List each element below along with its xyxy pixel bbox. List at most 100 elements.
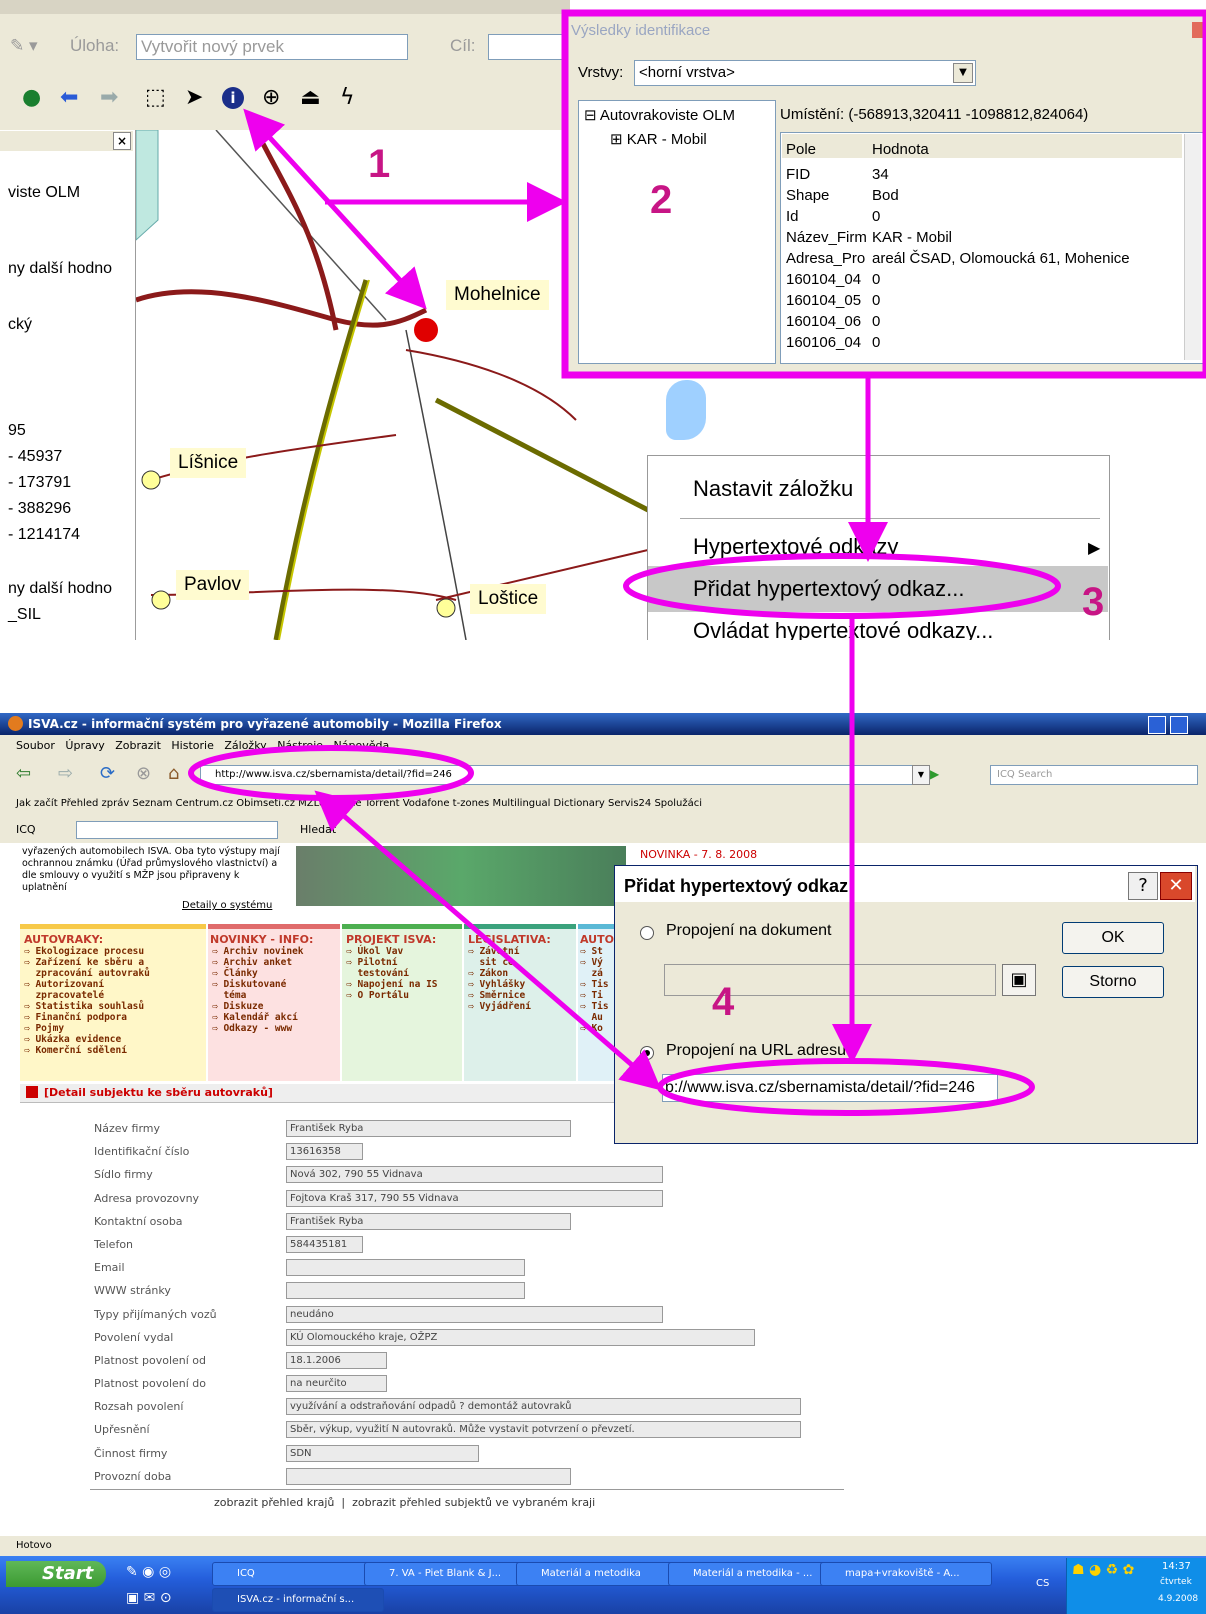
menu-item-manage-hyperlinks[interactable]: Ovládat hypertextové odkazy... xyxy=(648,608,993,640)
attribute-field: 160104_06 xyxy=(786,313,862,330)
select-features-icon[interactable]: ⬚ xyxy=(145,84,166,112)
menu-item-add-hyperlink[interactable]: Přidat hypertextový odkaz... xyxy=(648,566,1108,612)
cat-autovraky-items[interactable]: ⇨ Ekologizace procesu ⇨ Zařízení ke sběr… xyxy=(24,946,150,1056)
attribute-value: KAR - Mobil xyxy=(872,229,953,246)
cat-projekt-items[interactable]: ⇨ Úkol Vav ⇨ Pilotní testování ⇨ Napojen… xyxy=(346,946,438,1001)
find-binoculars-icon[interactable]: ⊕ xyxy=(262,84,280,112)
step-3-label: 3 xyxy=(1082,580,1105,624)
url-dropdown-icon[interactable]: ▼ xyxy=(912,765,930,785)
chevron-down-icon[interactable]: ▼ xyxy=(953,63,973,83)
cancel-button[interactable]: Storno xyxy=(1062,966,1164,998)
search-box[interactable]: ICQ Search xyxy=(990,765,1198,785)
form-label: Email xyxy=(94,1261,125,1275)
detail-marker-icon xyxy=(26,1086,38,1098)
task-material[interactable]: Materiál a metodika xyxy=(516,1562,688,1586)
map-label-pavlov: Pavlov xyxy=(176,570,250,600)
icq-label[interactable]: ICQ xyxy=(0,823,36,836)
menu-bookmarks[interactable]: Záložky xyxy=(224,739,266,752)
close-icon[interactable]: × xyxy=(113,132,131,150)
tree-root[interactable]: ⊟ Autovrakoviste OLM xyxy=(584,106,735,124)
pointer-icon[interactable]: ➤ xyxy=(185,84,203,112)
tree-child[interactable]: ⊞ KAR - Mobil xyxy=(610,130,707,148)
task-map[interactable]: mapa+vrakoviště - A... xyxy=(820,1562,992,1586)
attribute-scrollbar[interactable] xyxy=(1184,134,1201,360)
task-isva[interactable]: ISVA.cz - informační s... xyxy=(212,1588,384,1612)
cat-novinky-title: NOVINKY - INFO: xyxy=(210,933,314,946)
url-input[interactable]: p://www.isva.cz/sbernamista/detail/?fid=… xyxy=(662,1074,998,1102)
attribute-row[interactable]: Id 0 xyxy=(786,206,1130,227)
col-value: Hodnota xyxy=(872,141,929,158)
stop-icon[interactable]: ⊗ xyxy=(136,763,151,784)
hledat-button[interactable]: Hledat xyxy=(300,817,336,843)
form-label: Adresa provozovny xyxy=(94,1191,200,1205)
task-dropdown-arrow[interactable]: ✎ ▾ xyxy=(10,36,38,56)
minimize-icon[interactable] xyxy=(1148,716,1166,734)
maximize-icon[interactable] xyxy=(1169,716,1188,734)
attribute-row[interactable]: Název_Firm KAR - Mobil xyxy=(786,227,1130,248)
form-value: KÚ Olomouckého kraje, OŽPZ xyxy=(286,1328,755,1346)
layers-select[interactable]: <horní vrstva> ▼ xyxy=(634,60,976,86)
toc-line: - 388296 xyxy=(8,500,72,517)
url-bar[interactable]: http://www.isva.cz/sbernamista/detail/?f… xyxy=(200,765,926,785)
details-link[interactable]: Detaily o systému xyxy=(182,900,272,911)
attribute-row[interactable]: 160104_04 0 xyxy=(786,269,1130,290)
measure-icon[interactable]: ⏏ xyxy=(300,84,321,112)
gis-toolbar-strip xyxy=(0,0,570,14)
target-combo[interactable] xyxy=(488,34,570,60)
dialog-close-button[interactable]: ✕ xyxy=(1160,872,1192,900)
menu-tools[interactable]: Nástroje xyxy=(277,739,323,752)
subjects-link[interactable]: zobrazit přehled subjektů ve vybraném kr… xyxy=(352,1496,595,1509)
globe-icon[interactable]: ● xyxy=(22,84,41,112)
lightning-icon[interactable]: ϟ xyxy=(340,84,355,112)
menu-view[interactable]: Zobrazit xyxy=(115,739,161,752)
folder-open-icon[interactable]: ▣ xyxy=(1002,964,1036,996)
menu-history[interactable]: Historie xyxy=(171,739,213,752)
attribute-row[interactable]: 160104_05 0 xyxy=(786,290,1130,311)
cat-novinky-items[interactable]: ⇨ Archiv novinek ⇨ Archiv anket ⇨ Články… xyxy=(212,946,304,1034)
forward-arrow-icon[interactable]: ➡ xyxy=(100,84,118,112)
menu-edit[interactable]: Úpravy xyxy=(65,739,104,752)
regions-link[interactable]: zobrazit přehled krajů xyxy=(214,1496,334,1509)
identify-close-icon[interactable] xyxy=(1192,22,1206,38)
back-arrow-icon[interactable]: ⬅ xyxy=(60,84,78,112)
attribute-row[interactable]: 160104_06 0 xyxy=(786,311,1130,332)
attribute-row[interactable]: Shape Bod xyxy=(786,185,1130,206)
tray-icons[interactable]: ☗ ◕ ♻ ✿ xyxy=(1072,1562,1134,1578)
bookmarks-list[interactable]: Jak začít Přehled zpráv Seznam Centrum.c… xyxy=(0,798,702,809)
task-combo[interactable]: Vytvořit nový prvek xyxy=(136,34,408,60)
back-icon[interactable]: ⇦ xyxy=(16,763,31,784)
icq-search-input[interactable] xyxy=(76,821,278,839)
forward-icon[interactable]: ⇨ xyxy=(58,763,73,784)
toc-line: ny další hodno xyxy=(8,580,113,597)
cat-legislativa-items[interactable]: ⇨ Závotní sit ce ⇨ Zákon ⇨ Vyhlášky ⇨ Sm… xyxy=(468,946,531,1012)
task-piet-blank[interactable]: 7. VA - Piet Blank & J... xyxy=(364,1562,536,1586)
ok-button[interactable]: OK xyxy=(1062,922,1164,954)
identify-icon[interactable]: i xyxy=(222,87,244,109)
language-indicator[interactable]: CS xyxy=(1036,1578,1049,1589)
task-material-doc[interactable]: Materiál a metodika - ... xyxy=(668,1562,840,1586)
radio-document[interactable] xyxy=(640,926,654,940)
home-icon[interactable]: ⌂ xyxy=(168,763,179,784)
start-button[interactable]: Start xyxy=(6,1561,106,1587)
quicklaunch-icons[interactable]: ✎ ◉ ◎ xyxy=(126,1564,171,1580)
form-label: Povolení vydal xyxy=(94,1330,174,1344)
go-icon[interactable]: ▶ xyxy=(930,765,946,783)
task-icq[interactable]: ICQ xyxy=(212,1562,384,1586)
cat-projekt-title: PROJEKT ISVA: xyxy=(346,933,437,946)
radio-url[interactable] xyxy=(640,1046,654,1060)
map-label-lisnice: Líšnice xyxy=(170,448,247,478)
cat-auto-items[interactable]: ⇨ St ⇨ Vý zá ⇨ Tis ⇨ Ti ⇨ Tis Au ⇨ Ko xyxy=(580,946,609,1034)
attribute-row[interactable]: 160106_04 0 xyxy=(786,332,1130,353)
menu-file[interactable]: Soubor xyxy=(0,739,55,752)
reload-icon[interactable]: ⟳ xyxy=(100,763,115,784)
menu-item-hyperlinks[interactable]: Hypertextové odkazy xyxy=(648,524,898,570)
news-heading[interactable]: NOVINKA - 7. 8. 2008 xyxy=(640,848,757,861)
menu-help[interactable]: Nápověda xyxy=(334,739,390,752)
quicklaunch-icons-row2[interactable]: ▣ ✉ ⊙ xyxy=(126,1590,172,1606)
toc-line: - 173791 xyxy=(8,474,72,491)
help-button[interactable]: ? xyxy=(1128,872,1158,900)
attribute-row[interactable]: Adresa_Pro areál ČSAD, Olomoucká 61, Mohe… xyxy=(786,248,1130,269)
menu-item-bookmark[interactable]: Nastavit záložku xyxy=(648,466,853,512)
form-value: Sběr, výkup, využití N autovraků. Může v… xyxy=(286,1421,801,1439)
attribute-row[interactable]: FID 34 xyxy=(786,164,1130,185)
